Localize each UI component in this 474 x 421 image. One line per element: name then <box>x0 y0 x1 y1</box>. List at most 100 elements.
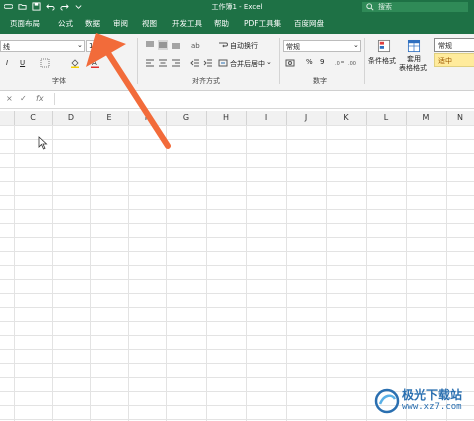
divider <box>137 38 138 84</box>
increase-decimal-icon[interactable]: .0 <box>335 58 345 68</box>
title-bar: 工作簿1 - Excel 搜索 <box>0 0 474 14</box>
table-format-button-line2[interactable]: 表格格式 <box>399 63 427 73</box>
grid-line <box>206 125 207 421</box>
tab-developer[interactable]: 开发工具 <box>172 17 202 31</box>
borders-icon[interactable] <box>40 58 50 68</box>
column-header-i[interactable]: I <box>246 111 287 125</box>
grid-line <box>52 125 53 421</box>
grid-line <box>286 125 287 421</box>
ribbon-tabs: 页面布局 公式 数据 审阅 视图 开发工具 帮助 PDF工具集 百度网盘 <box>0 14 474 34</box>
svg-text:A: A <box>92 59 97 67</box>
decrease-decimal-icon[interactable]: .00 <box>348 58 358 68</box>
style-neutral-label: 适中 <box>438 57 452 65</box>
wrap-text-icon <box>218 40 228 50</box>
column-header-h[interactable]: H <box>206 111 247 125</box>
column-header-k[interactable]: K <box>326 111 367 125</box>
style-normal-cell[interactable]: 常规 <box>434 38 474 52</box>
align-center-icon[interactable] <box>158 58 168 68</box>
table-format-icon <box>407 39 421 53</box>
select-all-corner[interactable] <box>0 111 15 125</box>
style-neutral-cell[interactable]: 适中 <box>434 53 474 67</box>
column-header-n[interactable]: N <box>446 111 474 125</box>
conditional-format-button[interactable]: 条件格式 <box>368 56 396 66</box>
style-normal-label: 常规 <box>438 42 452 50</box>
grid-line <box>14 125 15 421</box>
number-group-label: 数字 <box>313 77 327 85</box>
column-header-m[interactable]: M <box>406 111 447 125</box>
italic-button[interactable]: I <box>6 59 8 67</box>
grid-line <box>128 125 129 421</box>
increase-indent-icon[interactable] <box>203 58 213 68</box>
column-header-g[interactable]: G <box>166 111 207 125</box>
alignment-group-label: 对齐方式 <box>192 77 220 85</box>
column-header-e[interactable]: E <box>90 111 129 125</box>
site-watermark: 极光下载站 www.xz7.com <box>370 384 474 421</box>
watermark-logo-icon <box>374 388 400 414</box>
worksheet-grid[interactable] <box>0 125 474 421</box>
comma-style-button[interactable]: 9 <box>320 58 324 66</box>
font-size-select[interactable]: 11 <box>86 40 110 52</box>
formula-input[interactable] <box>54 93 471 105</box>
tab-baidu-netdisk[interactable]: 百度网盘 <box>294 17 324 31</box>
percent-style-button[interactable]: % <box>306 58 313 66</box>
watermark-title: 极光下载站 <box>402 388 463 402</box>
underline-button[interactable]: U <box>20 59 25 67</box>
conditional-format-icon <box>377 39 391 53</box>
column-header-f[interactable]: F <box>128 111 167 125</box>
grid-line <box>326 125 327 421</box>
tab-pdf-tools[interactable]: PDF工具集 <box>244 17 281 31</box>
search-icon <box>366 3 374 11</box>
font-name-select[interactable]: 线 ⌄ <box>0 40 85 52</box>
number-format-value: 常规 <box>286 43 300 51</box>
align-middle-icon[interactable] <box>158 40 168 50</box>
formula-bar: × ✓ fx <box>0 91 474 109</box>
watermark-url: www.xz7.com <box>402 402 462 412</box>
tab-page-layout[interactable]: 页面布局 <box>10 17 40 31</box>
grid-line <box>90 125 91 421</box>
number-format-select[interactable]: 常规 ⌄ <box>283 40 361 52</box>
merge-center-icon <box>218 58 228 68</box>
svg-text:.00: .00 <box>348 61 356 67</box>
grid-line <box>366 125 367 421</box>
mouse-cursor-icon <box>38 136 48 150</box>
orientation-icon[interactable]: ab <box>190 40 200 50</box>
column-header-d[interactable]: D <box>52 111 91 125</box>
column-header-j[interactable]: J <box>286 111 327 125</box>
cancel-entry-icon[interactable]: × <box>6 94 13 103</box>
font-size-value: 11 <box>89 42 98 50</box>
font-color-icon[interactable]: A <box>90 58 100 68</box>
grid-line <box>406 125 407 421</box>
accounting-format-icon[interactable] <box>285 58 295 68</box>
column-headers: C D E F G H I J K L M N <box>0 111 474 126</box>
decrease-indent-icon[interactable] <box>190 58 200 68</box>
tab-review[interactable]: 审阅 <box>113 17 128 31</box>
tab-data[interactable]: 数据 <box>85 17 100 31</box>
tab-view[interactable]: 视图 <box>142 17 157 31</box>
font-group-label: 字体 <box>52 77 66 85</box>
divider <box>279 38 280 84</box>
tab-help[interactable]: 帮助 <box>214 17 229 31</box>
grid-line <box>446 125 447 421</box>
chevron-down-icon[interactable]: ⌄ <box>266 58 272 66</box>
tab-formulas[interactable]: 公式 <box>58 17 73 31</box>
font-name-value: 线 <box>3 43 10 51</box>
chevron-down-icon: ⌄ <box>353 41 359 49</box>
align-right-icon[interactable] <box>171 58 181 68</box>
grid-line <box>246 125 247 421</box>
align-top-icon[interactable] <box>145 40 155 50</box>
chevron-down-icon: ⌄ <box>77 41 83 49</box>
column-header-c[interactable]: C <box>14 111 53 125</box>
align-bottom-icon[interactable] <box>171 40 181 50</box>
search-placeholder: 搜索 <box>378 3 392 11</box>
svg-text:.0: .0 <box>335 61 340 67</box>
fill-color-icon[interactable] <box>70 58 80 68</box>
align-left-icon[interactable] <box>145 58 155 68</box>
confirm-entry-icon[interactable]: ✓ <box>20 94 27 103</box>
wrap-text-button[interactable]: 自动换行 <box>230 41 258 51</box>
insert-function-button[interactable]: fx <box>36 94 44 103</box>
search-box[interactable]: 搜索 <box>362 2 468 12</box>
merge-center-button[interactable]: 合并后居中 <box>230 59 265 69</box>
svg-text:ab: ab <box>191 42 200 50</box>
column-header-l[interactable]: L <box>366 111 407 125</box>
grow-font-icon[interactable]: A <box>112 40 117 48</box>
